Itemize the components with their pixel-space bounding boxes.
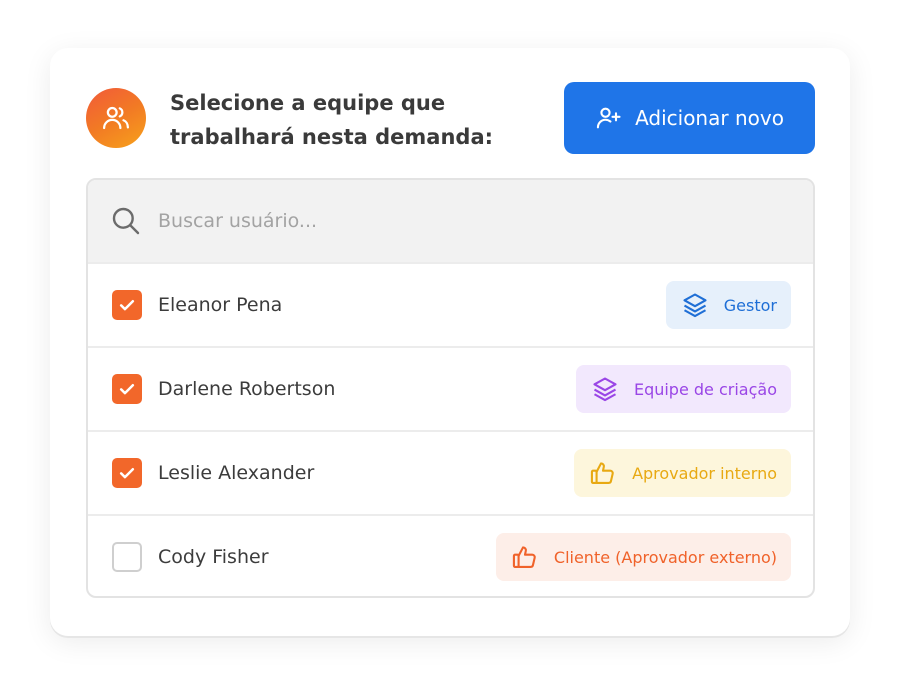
role-label: Gestor bbox=[723, 295, 777, 315]
member-name: Darlene Robertson bbox=[158, 378, 336, 400]
member-name: Eleanor Pena bbox=[158, 294, 283, 316]
list-item[interactable]: Darlene Robertson Equipe de criação bbox=[88, 346, 813, 430]
thumbs-up-icon bbox=[510, 542, 540, 572]
member-checkbox[interactable] bbox=[112, 542, 142, 572]
add-new-button-label: Adicionar novo bbox=[635, 106, 784, 130]
layers-icon bbox=[680, 290, 710, 320]
member-name: Cody Fisher bbox=[158, 546, 269, 568]
search-input[interactable] bbox=[158, 210, 678, 232]
thumbs-up-icon bbox=[588, 458, 618, 488]
team-selection-card: Selecione a equipe que trabalhará nesta … bbox=[50, 48, 850, 636]
role-label: Aprovador interno bbox=[632, 463, 777, 483]
role-badge: Aprovador interno bbox=[574, 449, 791, 497]
title-line-1: Selecione a equipe que bbox=[170, 91, 446, 115]
role-badge: Cliente (Aprovador externo) bbox=[495, 533, 791, 581]
check-icon bbox=[119, 384, 135, 395]
page-title: Selecione a equipe que trabalhará nesta … bbox=[170, 86, 530, 154]
list-item[interactable]: Leslie Alexander Aprovador interno bbox=[88, 430, 813, 514]
check-icon bbox=[119, 468, 135, 479]
member-checkbox[interactable] bbox=[112, 458, 142, 488]
role-badge: Gestor bbox=[665, 281, 791, 329]
check-icon bbox=[119, 300, 135, 311]
role-label: Cliente (Aprovador externo) bbox=[553, 547, 777, 567]
team-avatar-icon bbox=[86, 88, 146, 148]
add-new-button[interactable]: Adicionar novo bbox=[564, 82, 815, 154]
list-item[interactable]: Cody Fisher Cliente (Aprovador externo) bbox=[88, 514, 813, 596]
member-checkbox[interactable] bbox=[112, 290, 142, 320]
member-checkbox[interactable] bbox=[112, 374, 142, 404]
add-user-icon bbox=[595, 104, 623, 132]
search-bar bbox=[88, 180, 813, 262]
list-item[interactable]: Eleanor Pena Gestor bbox=[88, 262, 813, 346]
member-name: Leslie Alexander bbox=[158, 462, 315, 484]
search-icon bbox=[110, 204, 144, 238]
layers-icon bbox=[590, 374, 620, 404]
member-list-panel: Eleanor Pena Gestor Darlene Robertson bbox=[86, 178, 815, 598]
title-line-2: trabalhará nesta demanda: bbox=[170, 125, 494, 149]
role-label: Equipe de criação bbox=[633, 379, 777, 399]
role-badge: Equipe de criação bbox=[575, 365, 791, 413]
